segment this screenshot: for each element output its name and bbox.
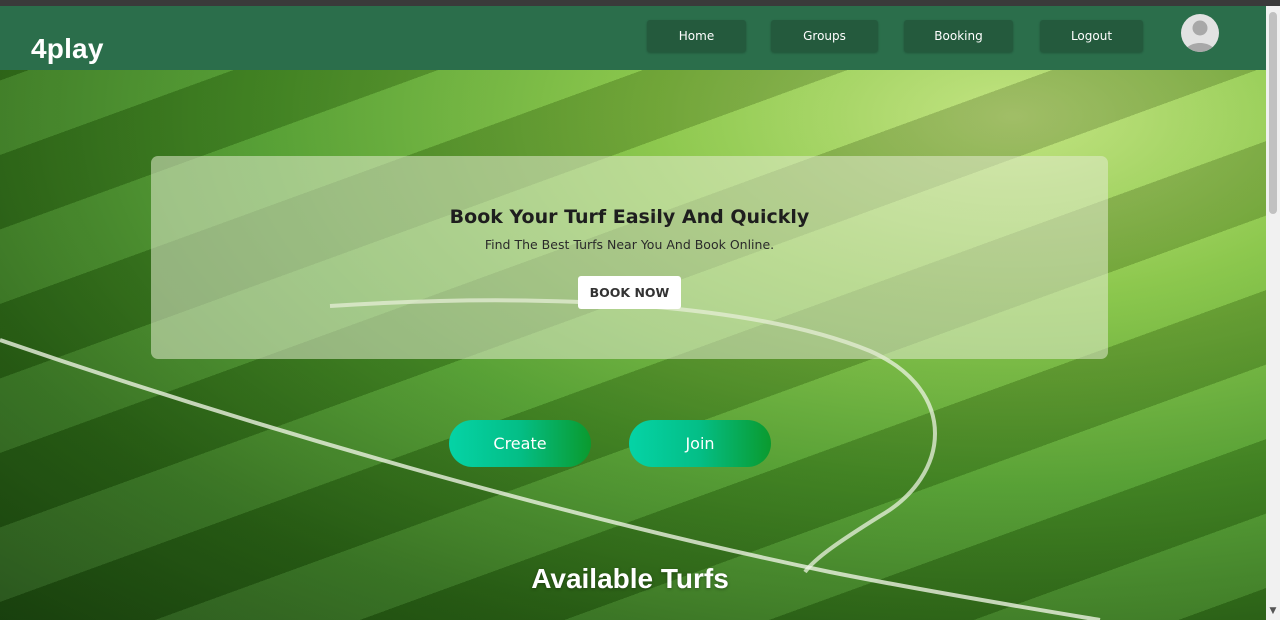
nav-groups-button[interactable]: Groups bbox=[771, 20, 878, 52]
scrollbar-thumb[interactable] bbox=[1269, 12, 1277, 214]
book-now-button[interactable]: BOOK NOW bbox=[578, 276, 681, 309]
scroll-down-arrow-icon[interactable]: ▼ bbox=[1266, 604, 1280, 618]
user-avatar-icon[interactable] bbox=[1181, 14, 1219, 52]
hero-banner: Book Your Turf Easily And Quickly Find T… bbox=[151, 156, 1108, 359]
page-viewport: 4play Home Groups Booking Logout Book Yo… bbox=[0, 6, 1266, 620]
top-navbar: 4play Home Groups Booking Logout bbox=[0, 6, 1266, 70]
available-turfs-heading: Available Turfs bbox=[531, 563, 729, 594]
create-button[interactable]: Create bbox=[449, 420, 591, 467]
browser-page: 4play Home Groups Booking Logout Book Yo… bbox=[0, 0, 1280, 620]
nav-logout-button[interactable]: Logout bbox=[1040, 20, 1143, 52]
brand-logo[interactable]: 4play bbox=[31, 32, 104, 66]
join-button[interactable]: Join bbox=[629, 420, 771, 467]
hero-subtitle: Find The Best Turfs Near You And Book On… bbox=[484, 237, 775, 252]
vertical-scrollbar[interactable]: ▼ bbox=[1266, 6, 1280, 620]
nav-booking-button[interactable]: Booking bbox=[904, 20, 1013, 52]
user-silhouette-icon bbox=[1185, 20, 1215, 52]
nav-home-button[interactable]: Home bbox=[647, 20, 746, 52]
hero-title: Book Your Turf Easily And Quickly bbox=[449, 206, 810, 228]
